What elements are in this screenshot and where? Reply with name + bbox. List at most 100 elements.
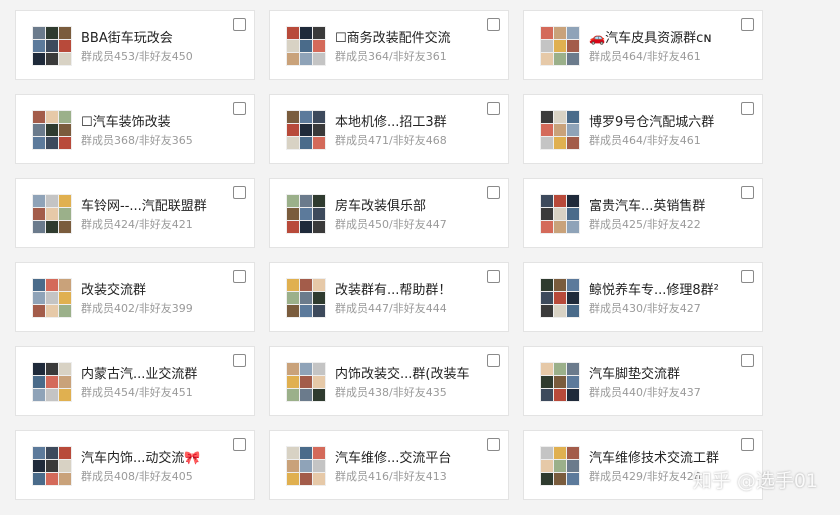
group-name: 汽车维修技术交流工群 [589, 451, 720, 466]
group-card[interactable]: 富贵汽车...英销售群 群成员425/非好友422 [523, 178, 763, 248]
group-card[interactable]: 改装群有...帮助群！ 群成员447/非好友444 [269, 262, 509, 332]
avatar-tile [554, 53, 566, 65]
select-checkbox[interactable] [233, 354, 246, 367]
avatar-tile [300, 376, 312, 388]
group-name: 富贵汽车...英销售群 [589, 199, 706, 214]
avatar-tile [300, 53, 312, 65]
group-card[interactable]: 汽车维修...交流平台 群成员416/非好友413 [269, 430, 509, 500]
select-checkbox[interactable] [741, 186, 754, 199]
avatar-tile [541, 40, 553, 52]
select-checkbox[interactable] [487, 186, 500, 199]
avatar-tile [554, 124, 566, 136]
avatar-tile [541, 363, 553, 375]
group-member-count: 群成员368/非好友365 [81, 134, 193, 147]
select-checkbox[interactable] [741, 438, 754, 451]
avatar-tile [287, 292, 299, 304]
avatar-tile [567, 40, 579, 52]
group-member-count: 群成员454/非好友451 [81, 386, 193, 399]
avatar-tile [554, 111, 566, 123]
avatar-tile [59, 363, 71, 375]
avatar-tile [300, 279, 312, 291]
group-card[interactable]: 博罗9号仓汽配城六群 群成员464/非好友461 [523, 94, 763, 164]
avatar-tile [46, 27, 58, 39]
select-checkbox[interactable] [233, 186, 246, 199]
avatar-tile [59, 111, 71, 123]
group-card[interactable]: 车铃网--...汽配联盟群 群成员424/非好友421 [15, 178, 255, 248]
avatar-tile [46, 473, 58, 485]
avatar-tile [554, 460, 566, 472]
watermark: 知乎 @选手01 [692, 470, 818, 492]
avatar-tile [554, 221, 566, 233]
avatar-tile [313, 27, 325, 39]
group-grid: BBA街车玩改会 群成员453/非好友450 ☐商务改装配件交流 群成员364/非好友… [15, 10, 763, 500]
avatar-tile [554, 376, 566, 388]
group-card[interactable]: ☐商务改装配件交流 群成员364/非好友361 [269, 10, 509, 80]
group-card[interactable]: 房车改装俱乐部 群成员450/非好友447 [269, 178, 509, 248]
select-checkbox[interactable] [487, 270, 500, 283]
avatar-tile [300, 221, 312, 233]
avatar-tile [313, 221, 325, 233]
group-name: 车铃网--...汽配联盟群 [81, 199, 207, 214]
select-checkbox[interactable] [741, 270, 754, 283]
avatar-tile [313, 137, 325, 149]
avatar-tile [300, 447, 312, 459]
group-avatar [540, 446, 580, 486]
avatar-tile [33, 53, 45, 65]
group-name: ☐商务改装配件交流 [335, 31, 451, 46]
group-name: BBA街车玩改会 [81, 31, 173, 46]
avatar-tile [59, 124, 71, 136]
avatar-tile [287, 389, 299, 401]
avatar-tile [59, 53, 71, 65]
select-checkbox[interactable] [233, 438, 246, 451]
avatar-tile [554, 27, 566, 39]
avatar-tile [554, 292, 566, 304]
group-member-count: 群成员430/非好友427 [589, 302, 701, 315]
avatar-tile [59, 27, 71, 39]
select-checkbox[interactable] [741, 18, 754, 31]
avatar-tile [554, 195, 566, 207]
select-checkbox[interactable] [233, 102, 246, 115]
group-name: 内饰改装交...群(改装车 [335, 367, 470, 382]
select-checkbox[interactable] [487, 354, 500, 367]
avatar-tile [59, 221, 71, 233]
select-checkbox[interactable] [487, 102, 500, 115]
select-checkbox[interactable] [233, 18, 246, 31]
avatar-tile [46, 447, 58, 459]
group-card[interactable]: 本地机修...招工3群 群成员471/非好友468 [269, 94, 509, 164]
group-name: 鲸悦养车专...修理8群² [589, 283, 719, 298]
group-card[interactable]: 改装交流群 群成员402/非好友399 [15, 262, 255, 332]
avatar-tile [33, 137, 45, 149]
avatar-tile [313, 460, 325, 472]
avatar-tile [313, 124, 325, 136]
avatar-tile [59, 40, 71, 52]
select-checkbox[interactable] [233, 270, 246, 283]
select-checkbox[interactable] [487, 438, 500, 451]
avatar-tile [554, 447, 566, 459]
group-card[interactable]: 内蒙古汽...业交流群 群成员454/非好友451 [15, 346, 255, 416]
avatar-tile [313, 363, 325, 375]
group-card[interactable]: BBA街车玩改会 群成员453/非好友450 [15, 10, 255, 80]
group-card[interactable]: 鲸悦养车专...修理8群² 群成员430/非好友427 [523, 262, 763, 332]
avatar-tile [33, 363, 45, 375]
avatar-tile [59, 376, 71, 388]
select-checkbox[interactable] [741, 102, 754, 115]
avatar-tile [300, 40, 312, 52]
avatar-tile [300, 137, 312, 149]
group-avatar [286, 362, 326, 402]
group-card[interactable]: ☐汽车装饰改装 群成员368/非好友365 [15, 94, 255, 164]
select-checkbox[interactable] [487, 18, 500, 31]
group-card[interactable]: 🚗汽车皮具资源群ᴄɴ 群成员464/非好友461 [523, 10, 763, 80]
group-avatar [32, 278, 72, 318]
group-avatar [32, 26, 72, 66]
avatar-tile [541, 124, 553, 136]
select-checkbox[interactable] [741, 354, 754, 367]
avatar-tile [313, 279, 325, 291]
group-card[interactable]: 汽车内饰...动交流🎀 群成员408/非好友405 [15, 430, 255, 500]
group-card[interactable]: 内饰改装交...群(改装车 群成员438/非好友435 [269, 346, 509, 416]
avatar-tile [46, 137, 58, 149]
avatar-tile [287, 473, 299, 485]
avatar-tile [287, 111, 299, 123]
avatar-tile [287, 195, 299, 207]
group-card[interactable]: 汽车脚垫交流群 群成员440/非好友437 [523, 346, 763, 416]
group-member-count: 群成员364/非好友361 [335, 50, 447, 63]
